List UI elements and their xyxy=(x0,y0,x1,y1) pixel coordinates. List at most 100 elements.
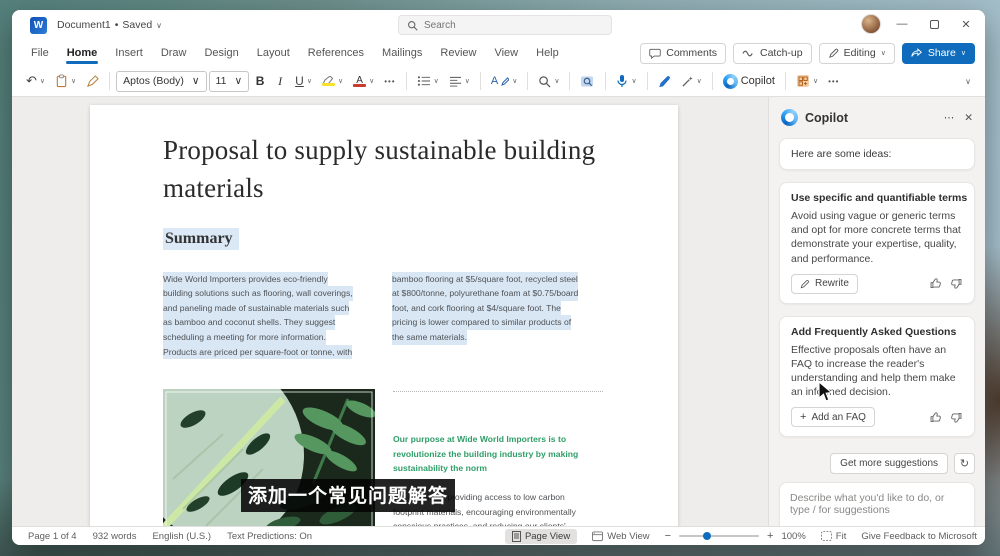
doc-line: Products are priced per square-foot or t… xyxy=(163,344,353,360)
italic-button[interactable]: I xyxy=(271,70,289,92)
document-page[interactable]: Proposal to supply sustainable building … xyxy=(90,105,678,526)
underline-button[interactable]: U ∨ xyxy=(291,70,316,92)
thumbs-up-icon[interactable] xyxy=(929,411,942,424)
editing-mode-button[interactable]: Editing ∨ xyxy=(818,42,895,64)
collapse-ribbon-button[interactable]: ∨ xyxy=(965,77,975,86)
doc-line: bamboo flooring at $5/square foot, recyc… xyxy=(392,271,578,287)
find-replace-button[interactable] xyxy=(576,70,599,92)
page-view-label: Page View xyxy=(524,530,571,542)
zoom-out-button[interactable]: − xyxy=(665,530,671,542)
search-bar[interactable] xyxy=(398,15,612,35)
panel-close-button[interactable]: ✕ xyxy=(964,112,973,124)
document-title-menu[interactable]: Document1 • Saved ∨ xyxy=(57,19,162,31)
paste-button[interactable]: ∨ xyxy=(51,70,80,92)
chevron-down-icon: ∨ xyxy=(191,75,200,87)
text-predictions-indicator[interactable]: Text Predictions: On xyxy=(219,531,320,542)
align-button[interactable]: ∨ xyxy=(445,70,474,92)
thumbs-down-icon[interactable] xyxy=(950,411,963,424)
thumbs-down-icon[interactable] xyxy=(950,277,963,290)
catch-up-label: Catch-up xyxy=(760,47,803,59)
tab-review[interactable]: Review xyxy=(431,43,485,63)
tab-view[interactable]: View xyxy=(485,43,527,63)
zoom-level[interactable]: 100% xyxy=(781,531,805,542)
wave-icon xyxy=(742,50,753,56)
get-more-suggestions-button[interactable]: Get more suggestions xyxy=(830,453,948,475)
card-title: Use specific and quantifiable terms xyxy=(791,192,968,204)
zoom-in-button[interactable]: + xyxy=(767,530,773,542)
document-canvas: Proposal to supply sustainable building … xyxy=(12,97,768,526)
font-size-select[interactable]: 11 ∨ xyxy=(208,70,250,92)
catch-up-button[interactable]: Catch-up xyxy=(733,42,812,64)
doc-line: as bamboo and coconut shells. They sugge… xyxy=(163,315,336,331)
refresh-suggestions-button[interactable]: ↻ xyxy=(954,453,975,475)
search-input[interactable] xyxy=(424,19,584,31)
tab-design[interactable]: Design xyxy=(195,43,247,63)
chevron-down-icon: ∨ xyxy=(71,78,77,85)
copilot-button[interactable]: Copilot xyxy=(719,70,779,92)
bullet-list-button[interactable]: ∨ xyxy=(413,70,443,92)
user-avatar[interactable] xyxy=(861,14,881,34)
zoom-slider[interactable] xyxy=(679,532,760,540)
panel-more-button[interactable]: ⋯ xyxy=(944,112,955,124)
word-count[interactable]: 932 words xyxy=(85,531,145,542)
minimize-button[interactable]: — xyxy=(891,14,913,34)
language-indicator[interactable]: English (U.S.) xyxy=(144,531,219,542)
find-button[interactable]: ∨ xyxy=(534,70,563,92)
mouse-cursor xyxy=(818,381,833,402)
suggestion-card-faq: Add Frequently Asked Questions Effective… xyxy=(779,315,975,438)
maximize-button[interactable] xyxy=(923,14,945,34)
web-view-button[interactable]: Web View xyxy=(585,529,656,544)
page-view-button[interactable]: Page View xyxy=(504,528,578,544)
page-count[interactable]: Page 1 of 4 xyxy=(20,531,85,542)
copilot-label: Copilot xyxy=(740,75,775,87)
font-color-icon: A xyxy=(353,75,367,87)
rewrite-button[interactable]: Rewrite xyxy=(791,273,858,294)
close-button[interactable]: ✕ xyxy=(955,14,977,34)
zoom-slider-handle[interactable] xyxy=(703,532,712,540)
copilot-prompt-input[interactable] xyxy=(790,492,964,527)
more-commands-button[interactable]: ••• xyxy=(824,70,843,92)
card-body: Effective proposals often have an FAQ to… xyxy=(791,343,956,399)
bold-button[interactable]: B xyxy=(251,70,269,92)
tab-help[interactable]: Help xyxy=(527,43,568,63)
editor-pen-icon xyxy=(658,75,670,87)
editor-button[interactable] xyxy=(654,70,675,92)
highlight-button[interactable]: ∨ xyxy=(318,70,347,92)
share-button[interactable]: Share ∨ xyxy=(901,42,975,64)
copilot-intro-text: Here are some ideas: xyxy=(791,148,892,160)
add-faq-button[interactable]: + Add an FAQ xyxy=(791,407,875,428)
divider xyxy=(646,72,648,90)
tab-mailings[interactable]: Mailings xyxy=(373,43,431,63)
tab-file[interactable]: File xyxy=(22,43,58,63)
dictate-button[interactable]: ∨ xyxy=(612,70,640,92)
pen-icon xyxy=(828,48,838,58)
word-app-icon: W xyxy=(30,16,47,34)
more-formatting-button[interactable]: ••• xyxy=(380,70,399,92)
thumbs-up-icon[interactable] xyxy=(929,277,942,290)
font-color-button[interactable]: A ∨ xyxy=(349,70,378,92)
title-separator: • xyxy=(114,19,119,31)
format-painter-button[interactable] xyxy=(82,70,103,92)
styles-button[interactable]: A ∨ xyxy=(487,70,521,92)
tab-insert[interactable]: Insert xyxy=(106,43,152,63)
chevron-down-icon: ∨ xyxy=(39,78,46,85)
copilot-panel: Copilot ⋯ ✕ Here are some ideas: Use spe… xyxy=(768,97,985,545)
tab-draw[interactable]: Draw xyxy=(152,43,196,63)
doc-line: and paneling made of sustainable materia… xyxy=(163,300,350,316)
tab-layout[interactable]: Layout xyxy=(248,43,299,63)
feedback-link[interactable]: Give Feedback to Microsoft xyxy=(861,531,977,542)
doc-line: Our purpose at Wide World Importers is t… xyxy=(393,434,567,445)
comments-button[interactable]: Comments xyxy=(640,42,726,64)
addins-button[interactable]: ∨ xyxy=(792,70,822,92)
tab-home[interactable]: Home xyxy=(58,43,107,64)
find-replace-icon xyxy=(581,75,594,87)
copilot-intro-card: Here are some ideas: xyxy=(779,138,975,170)
autoformat-wand-button[interactable]: ∨ xyxy=(677,70,706,92)
font-name-select[interactable]: Aptos (Body) ∨ xyxy=(116,70,207,92)
doc-line: Wide World Importers provides eco-friend… xyxy=(163,271,328,287)
undo-button[interactable]: ↶ ∨ xyxy=(22,70,49,92)
fit-button[interactable]: Fit xyxy=(814,529,854,544)
tab-references[interactable]: References xyxy=(299,43,373,63)
chevron-down-icon: ∨ xyxy=(631,78,637,85)
main-area: Proposal to supply sustainable building … xyxy=(12,97,985,545)
